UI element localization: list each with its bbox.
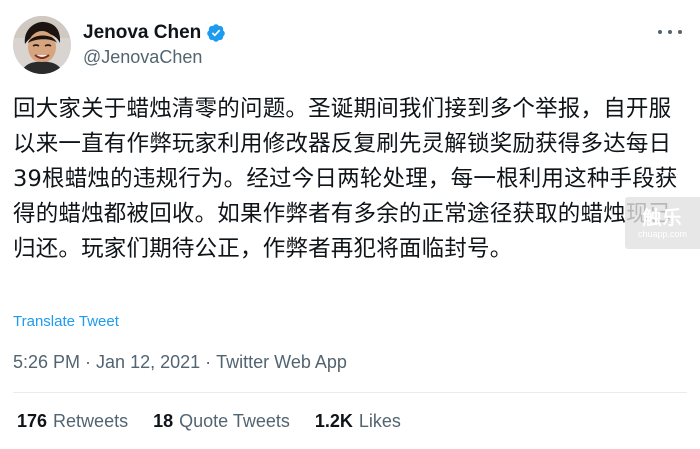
likes-stat[interactable]: 1.2K Likes [315,411,401,432]
meta-separator: · [80,352,97,372]
watermark-logo-text: 触乐 [642,206,683,229]
tweet-text: 回大家关于蜡烛清零的问题。圣诞期间我们接到多个举报，自开服以来一直有作弊玩家利用… [13,96,678,262]
quote-tweets-stat[interactable]: 18 Quote Tweets [153,411,290,432]
site-watermark: 触乐 chuapp.com [625,197,700,249]
tweet-stats: 176 Retweets 18 Quote Tweets 1.2K Likes [17,411,426,432]
quote-tweets-label: Quote Tweets [179,411,290,431]
user-handle[interactable]: @JenovaChen [83,47,226,68]
divider [13,392,687,393]
likes-count: 1.2K [314,411,353,431]
watermark-domain: chuapp.com [637,228,688,239]
tweet-time[interactable]: 5:26 PM [13,352,80,373]
likes-label: Likes [358,411,401,431]
avatar[interactable] [13,16,71,74]
translate-tweet-link[interactable]: Translate Tweet [13,313,119,330]
ellipsis-dot-icon [658,30,662,34]
retweets-stat[interactable]: 176 Retweets [17,411,128,432]
ellipsis-dot-icon [668,30,672,34]
retweets-label: Retweets [53,411,129,431]
verified-badge-icon [206,23,226,43]
name-row: Jenova Chen [83,20,226,46]
tweet-source[interactable]: Twitter Web App [216,352,347,373]
tweet-meta: 5:26 PM · Jan 12, 2021 · Twitter Web App [13,352,347,373]
display-name[interactable]: Jenova Chen [83,22,201,44]
meta-separator: · [200,352,217,372]
tweet-card: Jenova Chen @JenovaChen 回大家关于蜡烛清零的问题。圣诞期… [0,0,700,449]
author-block: Jenova Chen @JenovaChen [83,20,226,68]
tweet-date[interactable]: Jan 12, 2021 [96,352,200,373]
profile-photo-icon [13,16,71,74]
retweets-count: 176 [17,411,48,431]
more-options-button[interactable] [658,22,682,42]
ellipsis-dot-icon [678,30,682,34]
quote-tweets-count: 18 [153,411,174,431]
